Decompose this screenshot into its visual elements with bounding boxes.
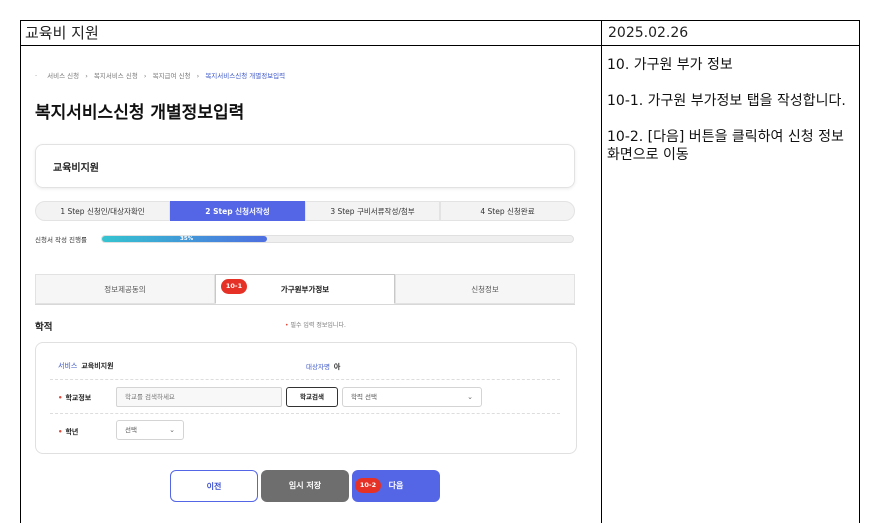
progress-percent: 35% [180, 236, 194, 242]
breadcrumb-item[interactable]: 복지급여 신청 [153, 72, 191, 80]
note-heading: 10. 가구원 부가 정보 [607, 57, 733, 73]
note-10-1: 10-1. 가구원 부가정보 탭을 작성합니다. [607, 93, 846, 109]
row-divider [50, 413, 560, 414]
step-3: 3 Step 구비서류작성/첨부 [305, 201, 440, 221]
breadcrumb-item[interactable]: 복지서비스 신청 [94, 72, 138, 80]
chevron-down-icon: ⌄ [467, 393, 473, 401]
step-4: 4 Step 신청완료 [440, 201, 575, 221]
notes-panel: 10. 가구원 부가 정보 10-1. 가구원 부가정보 탭을 작성합니다. 1… [607, 56, 855, 182]
annotation-marker-10-1: 10-1 [221, 279, 247, 294]
chevron-down-icon: ⌄ [169, 426, 175, 434]
chevron-right-icon: › [85, 72, 88, 80]
grade-label: • 학년 [58, 427, 78, 437]
target-field: 대상자명 아 [306, 361, 340, 372]
grade-value: 선택 [125, 426, 137, 434]
screenshot-area: · 서비스 신청 › 복지서비스 신청 › 복지급여 신청 › 복지서비스신청 … [21, 46, 601, 523]
required-dot-icon: • [285, 322, 289, 329]
chevron-right-icon: › [143, 72, 147, 80]
step-2: 2 Step 신청서작성 [170, 201, 305, 221]
breadcrumb-current: 복지서비스신청 개별정보입력 [205, 72, 286, 80]
column-divider [601, 45, 602, 523]
breadcrumb-item[interactable]: 서비스 신청 [47, 72, 79, 80]
target-value: 아 [333, 363, 341, 371]
temp-save-button[interactable]: 임시 저장 [261, 470, 349, 502]
school-info-label-text: 학교정보 [65, 394, 92, 402]
school-type-value: 학력 선택 [351, 393, 377, 401]
chevron-right-icon: › [196, 72, 200, 80]
service-card-title: 교육비지원 [53, 163, 99, 174]
school-search-input[interactable]: 학교를 검색하세요 [116, 387, 282, 407]
service-card: 교육비지원 [35, 144, 575, 188]
school-type-select[interactable]: 학력 선택 ⌄ [342, 387, 482, 407]
grade-label-text: 학년 [65, 428, 79, 436]
next-button-label: 다음 [388, 481, 404, 490]
service-field: 서비스 교육비지원 [58, 361, 114, 371]
student-form: 서비스 교육비지원 대상자명 아 • 학교정보 학교를 검색하세요 학교검색 학력 선… [35, 342, 577, 454]
step-indicator: 1 Step 신청인/대상자확인 2 Step 신청서작성 3 Step 구비서… [35, 201, 575, 221]
target-key: 대상자명 [306, 363, 330, 371]
annotation-marker-10-2: 10-2 [355, 478, 381, 493]
prev-button[interactable]: 이전 [170, 470, 258, 502]
service-key: 서비스 [58, 362, 78, 370]
tab-consent[interactable]: 정보제공동의 [35, 274, 215, 304]
tab-application-info[interactable]: 신청정보 [395, 274, 575, 304]
required-note: • 필수 입력 정보입니다. [285, 320, 346, 329]
doc-date: 2025.02.26 [601, 20, 860, 46]
progress-bar: 35% [101, 235, 574, 243]
home-dot-icon: · [35, 72, 38, 80]
required-dot-icon: • [58, 428, 63, 436]
section-title: 학적 [35, 322, 53, 333]
grade-select[interactable]: 선택 ⌄ [116, 420, 184, 440]
row-divider [50, 379, 560, 380]
required-note-text: 필수 입력 정보입니다. [290, 322, 346, 329]
progress-label: 신청서 작성 진행률 [35, 236, 87, 244]
tab-bar: 정보제공동의 가구원부가정보 신청정보 [35, 274, 575, 305]
school-search-button[interactable]: 학교검색 [286, 387, 338, 407]
breadcrumb: · 서비스 신청 › 복지서비스 신청 › 복지급여 신청 › 복지서비스신청 … [35, 70, 285, 80]
required-dot-icon: • [58, 394, 63, 402]
service-value: 교육비지원 [81, 362, 114, 370]
school-info-label: • 학교정보 [58, 393, 91, 403]
doc-title: 교육비 지원 [20, 20, 602, 46]
step-1: 1 Step 신청인/대상자확인 [35, 201, 170, 221]
page-title: 복지서비스신청 개별정보입력 [35, 103, 245, 123]
note-10-2: 10-2. [다음] 버튼을 클릭하여 신청 정보 화면으로 이동 [607, 129, 844, 163]
